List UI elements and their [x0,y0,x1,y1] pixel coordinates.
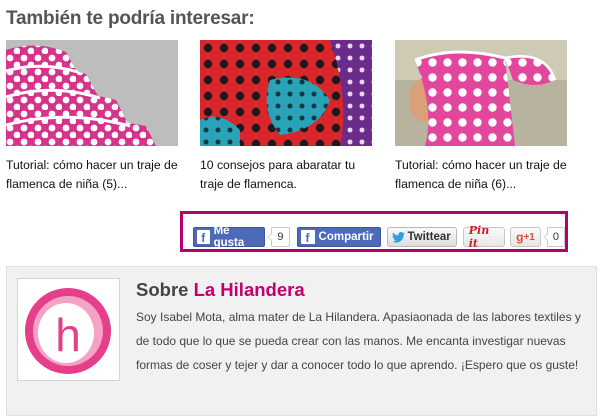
google-plus-label: +1 [523,231,535,243]
section-heading: También te podría interesar: [6,8,255,29]
twitter-label: Twittear [407,231,451,243]
facebook-icon: f [300,230,315,244]
related-post-title[interactable]: Tutorial: cómo hacer un traje de flamenc… [395,156,571,194]
logo-letter: h [55,309,81,361]
related-post-card[interactable]: Tutorial: cómo hacer un traje de flamenc… [6,40,182,194]
related-post-card[interactable]: 10 consejos para abaratar tu traje de fl… [200,40,376,194]
author-box-title: Sobre La Hilandera [136,279,305,301]
google-plus-icon: g [516,230,524,244]
author-bio: Soy Isabel Mota, alma mater de La Hiland… [136,310,581,372]
related-post-thumbnail[interactable] [200,40,372,146]
related-post-title[interactable]: Tutorial: cómo hacer un traje de flamenc… [6,156,182,194]
facebook-like-count: 9 [267,227,290,247]
related-post-title[interactable]: 10 consejos para abaratar tu traje de fl… [200,156,376,194]
facebook-like-button[interactable]: f Me gusta [193,225,266,249]
pinterest-button[interactable]: Pin it [462,224,506,250]
facebook-like-label: Me gusta [213,225,245,249]
related-post-thumbnail[interactable] [6,40,178,146]
google-plus-button[interactable]: g +1 [510,227,541,247]
share-bar: f Me gusta 9 f Compartir Twittear Pin it… [180,211,568,252]
facebook-icon: f [197,230,210,244]
facebook-share-button[interactable]: f Compartir [296,227,381,247]
google-plus-count: 0 [542,227,565,247]
facebook-share-label: Compartir [318,231,374,243]
la-hilandera-logo-icon: h [25,288,111,374]
pinterest-label: Pin it [468,224,490,250]
author-box: h Sobre La Hilandera Soy Isabel Mota, al… [6,266,597,416]
author-logo: h [17,278,120,381]
author-name-link[interactable]: La Hilandera [194,279,305,300]
share-buttons: f Me gusta 9 f Compartir Twittear Pin it… [193,224,565,250]
author-title-prefix: Sobre [136,279,189,300]
related-post-thumbnail[interactable] [395,40,567,146]
twitter-bird-icon [391,231,405,243]
related-post-card[interactable]: Tutorial: cómo hacer un traje de flamenc… [395,40,571,194]
twitter-button[interactable]: Twittear [386,227,457,247]
